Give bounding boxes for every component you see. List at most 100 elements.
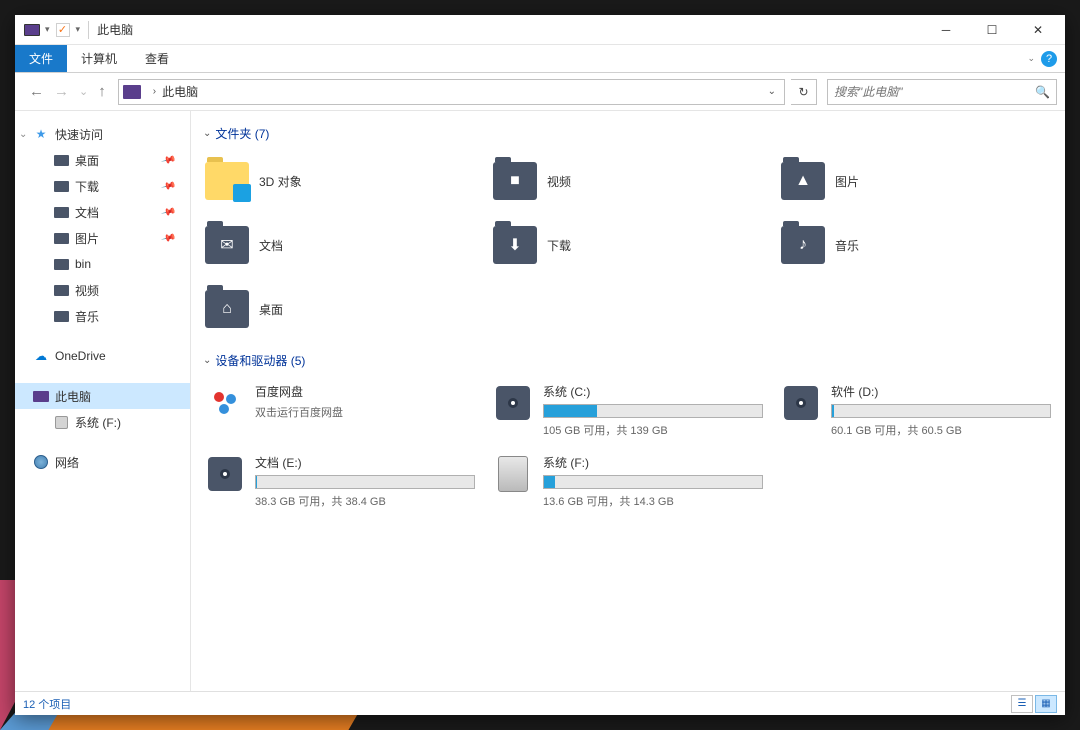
- drive-name: 系统 (F:): [543, 454, 763, 471]
- sidebar-item-label: bin: [75, 257, 91, 271]
- ribbon-tab-view[interactable]: 查看: [131, 45, 183, 72]
- sidebar-item[interactable]: 视频: [15, 277, 190, 303]
- sidebar-item-label: 图片: [75, 230, 99, 247]
- chevron-down-icon: ⌄: [203, 355, 211, 366]
- pin-icon: 📌: [160, 230, 176, 246]
- drive-item[interactable]: 软件 (D:) 60.1 GB 可用，共 60.5 GB: [777, 379, 1055, 442]
- sidebar-label: 网络: [55, 454, 79, 471]
- folder-icon: ■: [493, 162, 537, 200]
- ribbon-expand-icon[interactable]: ⌄: [1027, 53, 1035, 64]
- details-view-button[interactable]: ☰: [1011, 695, 1033, 713]
- sidebar-item[interactable]: bin: [15, 251, 190, 277]
- content-area: ⌄ 文件夹 (7) 3D 对象 ■ 视频 ▲ 图片 ✉ 文档 ⬇ 下载 ♪音乐 ⌂ 桌面 ⌄ 设备和驱…: [191, 111, 1065, 691]
- folder-label: 视频: [547, 173, 571, 190]
- folder-item[interactable]: ■ 视频: [489, 152, 767, 210]
- drive-item[interactable]: 系统 (F:) 13.6 GB 可用，共 14.3 GB: [489, 450, 767, 513]
- statusbar: 12 个项目 ☰ ▦: [15, 691, 1065, 715]
- folder-icon: [53, 230, 69, 246]
- folder-icon: ⬇: [493, 226, 537, 264]
- drive-name: 文档 (E:): [255, 454, 475, 471]
- refresh-button[interactable]: ↻: [791, 79, 817, 105]
- chevron-down-icon: ⌄: [203, 128, 211, 139]
- folder-icon: [53, 282, 69, 298]
- chevron-down-icon[interactable]: ⌄: [19, 129, 27, 140]
- address-dropdown-icon[interactable]: ⌄: [764, 86, 780, 97]
- sidebar-onedrive[interactable]: ☁ OneDrive: [15, 343, 190, 369]
- back-button[interactable]: ←: [29, 83, 44, 100]
- recent-dropdown-icon[interactable]: ⌄: [79, 85, 88, 98]
- drive-item[interactable]: 百度网盘双击运行百度网盘: [201, 379, 479, 442]
- sidebar-item[interactable]: 文档📌: [15, 199, 190, 225]
- sidebar-item[interactable]: 下载📌: [15, 173, 190, 199]
- ribbon-tab-computer[interactable]: 计算机: [67, 45, 131, 72]
- folder-icon: ✉: [205, 226, 249, 264]
- tiles-view-button[interactable]: ▦: [1035, 695, 1057, 713]
- nav-sidebar: ⌄ ★ 快速访问 桌面📌下载📌文档📌图片📌bin视频音乐 ☁ OneDrive …: [15, 111, 191, 691]
- search-box[interactable]: 🔍: [827, 79, 1057, 105]
- pin-icon: 📌: [160, 204, 176, 220]
- folder-item[interactable]: ▲ 图片: [777, 152, 1055, 210]
- sidebar-this-pc[interactable]: 此电脑: [15, 383, 190, 409]
- drive-sub: 双击运行百度网盘: [255, 404, 475, 420]
- app-icon: [23, 21, 41, 39]
- drive-item[interactable]: 系统 (C:)105 GB 可用，共 139 GB: [489, 379, 767, 442]
- folder-icon: [53, 308, 69, 324]
- folder-label: 文档: [259, 237, 283, 254]
- capacity-bar: [831, 404, 1051, 418]
- ribbon-tab-file[interactable]: 文件: [15, 45, 67, 72]
- navbar: ← → ⌄ ↑ › 此电脑 ⌄ ↻ 🔍: [15, 73, 1065, 111]
- location-icon: [123, 85, 141, 99]
- sidebar-drive-f[interactable]: 系统 (F:): [15, 409, 190, 435]
- folder-label: 下载: [547, 237, 571, 254]
- titlebar: ▾ ✓ ▾ 此电脑 ─ ☐ ✕: [15, 15, 1065, 45]
- folder-item[interactable]: 3D 对象: [201, 152, 479, 210]
- minimize-button[interactable]: ─: [923, 15, 969, 45]
- folder-item[interactable]: ⬇ 下载: [489, 216, 767, 274]
- sidebar-item[interactable]: 图片 📌: [15, 225, 190, 251]
- forward-button[interactable]: →: [54, 83, 69, 100]
- folder-icon: ▲: [781, 162, 825, 200]
- drive-icon: [53, 414, 69, 430]
- close-button[interactable]: ✕: [1015, 15, 1061, 45]
- cloud-icon: ☁: [33, 348, 49, 364]
- folder-item[interactable]: ⌂ 桌面: [201, 280, 479, 338]
- help-icon[interactable]: ?: [1041, 51, 1057, 67]
- window-title: 此电脑: [97, 21, 133, 38]
- folders-section-header[interactable]: ⌄ 文件夹 (7): [203, 125, 1055, 142]
- up-button[interactable]: ↑: [98, 83, 106, 100]
- explorer-window: ▾ ✓ ▾ 此电脑 ─ ☐ ✕ 文件 计算机 查看 ⌄ ? ← → ⌄ ↑ ›: [15, 15, 1065, 715]
- sidebar-quick-access[interactable]: ⌄ ★ 快速访问: [15, 121, 190, 147]
- sidebar-item-label: 下载: [75, 178, 99, 195]
- drive-item[interactable]: 文档 (E:)38.3 GB 可用，共 38.4 GB: [201, 450, 479, 513]
- maximize-button[interactable]: ☐: [969, 15, 1015, 45]
- folder-icon: [53, 152, 69, 168]
- sidebar-network[interactable]: 网络: [15, 449, 190, 475]
- capacity-bar: [543, 404, 763, 418]
- pc-icon: [33, 388, 49, 404]
- drive-name: 软件 (D:): [831, 383, 1051, 400]
- qat-dropdown-icon[interactable]: ▾: [45, 24, 50, 35]
- drive-free-text: 60.1 GB 可用，共 60.5 GB: [831, 422, 1051, 438]
- folder-label: 3D 对象: [259, 173, 302, 190]
- capacity-bar: [255, 475, 475, 489]
- folder-item[interactable]: ✉ 文档: [201, 216, 479, 274]
- sidebar-item[interactable]: 音乐: [15, 303, 190, 329]
- qat-more-icon[interactable]: ▾: [76, 24, 81, 35]
- folder-icon: [53, 178, 69, 194]
- star-icon: ★: [33, 126, 49, 142]
- search-icon[interactable]: 🔍: [1035, 85, 1050, 99]
- search-input[interactable]: [834, 85, 1035, 99]
- folder-label: 音乐: [835, 237, 859, 254]
- breadcrumb-chevron-icon[interactable]: ›: [147, 86, 162, 97]
- folder-label: 图片: [835, 173, 859, 190]
- properties-icon[interactable]: ✓: [54, 21, 72, 39]
- sidebar-item[interactable]: 桌面📌: [15, 147, 190, 173]
- devices-section-header[interactable]: ⌄ 设备和驱动器 (5): [203, 352, 1055, 369]
- ribbon: 文件 计算机 查看 ⌄ ?: [15, 45, 1065, 73]
- sidebar-item-label: 音乐: [75, 308, 99, 325]
- folder-icon: ⌂: [205, 290, 249, 328]
- drive-free-text: 13.6 GB 可用，共 14.3 GB: [543, 493, 763, 509]
- address-bar[interactable]: › 此电脑 ⌄: [118, 79, 785, 105]
- folder-item[interactable]: ♪音乐: [777, 216, 1055, 274]
- folder-label: 桌面: [259, 301, 283, 318]
